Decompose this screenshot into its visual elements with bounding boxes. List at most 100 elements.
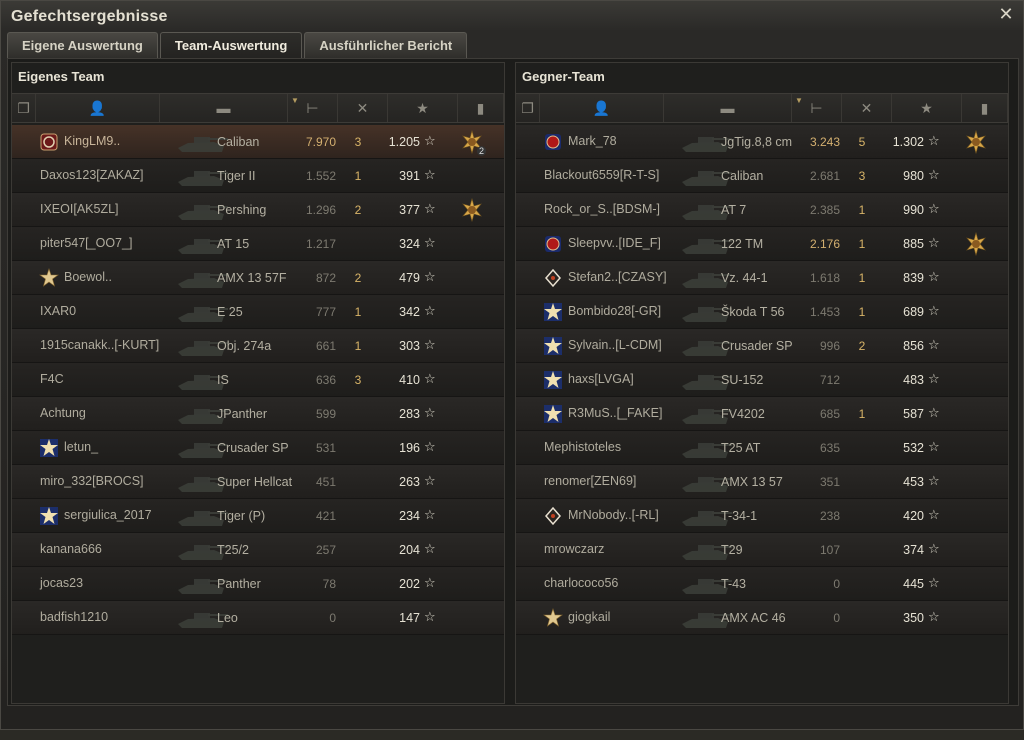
player-name[interactable]: Boewol.. xyxy=(64,270,112,284)
player-row[interactable]: charlococo56 T-43 0 445 ☆ xyxy=(516,567,1008,601)
player-name[interactable]: IXAR0 xyxy=(40,304,76,318)
player-name[interactable]: Rock_or_S..[BDSM-] xyxy=(544,202,660,216)
player-row[interactable]: Blackout6559[R-T-S] Caliban 2.681 3 980 ☆ xyxy=(516,159,1008,193)
tab-detailed-report[interactable]: Ausführlicher Bericht xyxy=(304,32,468,58)
player-row[interactable]: Stefan2..[CZASY] Vz. 44-1 1.618 1 839 ☆ xyxy=(516,261,1008,295)
player-row[interactable]: Daxos123[ZAKAZ] Tiger II 1.552 1 391 ☆ xyxy=(12,159,504,193)
player-row[interactable]: KingLM9.. Caliban 7.970 3 1.205 ☆ 2 xyxy=(12,125,504,159)
own-header-vehicle[interactable]: ▬ xyxy=(160,94,288,122)
player-row[interactable]: giogkail AMX AC 46 0 350 ☆ xyxy=(516,601,1008,635)
player-name[interactable]: KingLM9.. xyxy=(64,134,120,148)
player-name[interactable]: miro_332[BROCS] xyxy=(40,474,144,488)
own-header-squad[interactable]: ❐ xyxy=(12,94,36,122)
ace-medal-icon[interactable] xyxy=(964,231,988,257)
player-name[interactable]: sergiulica_2017 xyxy=(64,508,152,522)
player-row[interactable]: kanana666 T25/2 257 204 ☆ xyxy=(12,533,504,567)
player-row[interactable]: IXAR0 E 25 777 1 342 ☆ xyxy=(12,295,504,329)
damage-value: 1.618 xyxy=(809,271,840,285)
tab-team-evaluation[interactable]: Team-Auswertung xyxy=(159,32,303,58)
player-name[interactable]: R3MuS..[_FAKE] xyxy=(568,406,662,420)
player-row[interactable]: badfish1210 Leo 0 147 ☆ xyxy=(12,601,504,635)
own-team-list: KingLM9.. Caliban 7.970 3 1.205 ☆ 2 Daxos123[ZA… xyxy=(12,125,504,635)
player-name[interactable]: F4C xyxy=(40,372,64,386)
player-row[interactable]: Achtung JPanther 599 283 ☆ xyxy=(12,397,504,431)
experience-value: 283 xyxy=(399,407,420,421)
player-name[interactable]: Stefan2..[CZASY] xyxy=(568,270,667,284)
player-row[interactable]: mrowczarz T29 107 374 ☆ xyxy=(516,533,1008,567)
player-name[interactable]: Mephistoteles xyxy=(544,440,621,454)
star-blue-badge-icon xyxy=(543,336,563,356)
player-row[interactable]: letun_ Crusader SP 531 196 ☆ xyxy=(12,431,504,465)
player-name[interactable]: haxs[LVGA] xyxy=(568,372,634,386)
player-name[interactable]: letun_ xyxy=(64,440,98,454)
player-row[interactable]: Boewol.. AMX 13 57F 872 2 479 ☆ xyxy=(12,261,504,295)
player-name[interactable]: charlococo56 xyxy=(544,576,618,590)
player-name[interactable]: Sleepvv..[IDE_F] xyxy=(568,236,661,250)
enemy-header-player[interactable]: 👤 xyxy=(540,94,664,122)
player-row[interactable]: 1915canakk..[-KURT] Obj. 274a 661 1 303 ☆ xyxy=(12,329,504,363)
player-name[interactable]: Mark_78 xyxy=(568,134,617,148)
experience-star-icon: ☆ xyxy=(928,371,940,386)
vehicle-name: AMX 13 57F xyxy=(217,271,287,285)
player-name[interactable]: kanana666 xyxy=(40,542,102,556)
player-name[interactable]: Bombido28[-GR] xyxy=(568,304,661,318)
own-header-experience-star[interactable]: ★ xyxy=(388,94,458,122)
kills-value: 5 xyxy=(858,135,866,149)
enemy-header-damage[interactable]: ▼ ⊢ xyxy=(792,94,842,122)
enemy-header-squad[interactable]: ❐ xyxy=(516,94,540,122)
experience-value: 196 xyxy=(399,441,420,455)
player-row[interactable]: Bombido28[-GR] Škoda T 56 1.453 1 689 ☆ xyxy=(516,295,1008,329)
player-name[interactable]: giogkail xyxy=(568,610,610,624)
player-name[interactable]: IXEOI[AK5ZL] xyxy=(40,202,119,216)
enemy-header-medal[interactable]: ▮ xyxy=(962,94,1008,122)
experience-value: 980 xyxy=(903,169,924,183)
player-name[interactable]: mrowczarz xyxy=(544,542,604,556)
player-name[interactable]: jocas23 xyxy=(40,576,83,590)
own-header-medal[interactable]: ▮ xyxy=(458,94,504,122)
tab-own-evaluation[interactable]: Eigene Auswertung xyxy=(7,32,158,58)
ace-medal-icon[interactable] xyxy=(964,129,988,155)
player-row[interactable]: Mephistoteles T25 AT 635 532 ☆ xyxy=(516,431,1008,465)
player-row[interactable]: R3MuS..[_FAKE] FV4202 685 1 587 ☆ xyxy=(516,397,1008,431)
ace-medal-icon[interactable]: 2 xyxy=(460,129,486,156)
player-row[interactable]: renomer[ZEN69] AMX 13 57 351 453 ☆ xyxy=(516,465,1008,499)
player-name[interactable]: piter547[_OO7_] xyxy=(40,236,132,250)
player-row[interactable]: piter547[_OO7_] AT 15 1.217 324 ☆ xyxy=(12,227,504,261)
player-row[interactable]: MrNobody..[-RL] T-34-1 238 420 ☆ xyxy=(516,499,1008,533)
own-header-kills[interactable]: ✕ xyxy=(338,94,388,122)
player-row[interactable]: haxs[LVGA] SU-152 712 483 ☆ xyxy=(516,363,1008,397)
player-name[interactable]: Sylvain..[L-CDM] xyxy=(568,338,662,352)
player-name[interactable]: Achtung xyxy=(40,406,86,420)
player-name[interactable]: Daxos123[ZAKAZ] xyxy=(40,168,144,182)
diamond-badge-icon xyxy=(543,506,563,526)
player-row[interactable]: miro_332[BROCS] Super Hellcat 451 263 ☆ xyxy=(12,465,504,499)
player-name[interactable]: MrNobody..[-RL] xyxy=(568,508,659,522)
vehicle-name: JgTig.8,8 cm xyxy=(721,135,793,149)
battle-results-window: Gefechtsergebnisse ✕ Eigene Auswertung T… xyxy=(0,0,1024,730)
player-row[interactable]: F4C IS 636 3 410 ☆ xyxy=(12,363,504,397)
player-name[interactable]: 1915canakk..[-KURT] xyxy=(40,338,159,352)
player-row[interactable]: Rock_or_S..[BDSM-] AT 7 2.385 1 990 ☆ xyxy=(516,193,1008,227)
experience-star-icon: ☆ xyxy=(424,371,436,386)
experience-star-icon: ★ xyxy=(920,99,933,116)
enemy-header-vehicle[interactable]: ▬ xyxy=(664,94,792,122)
player-row[interactable]: Sleepvv..[IDE_F] 122 TM 2.176 1 885 ☆ xyxy=(516,227,1008,261)
player-icon: 👤 xyxy=(592,99,611,116)
player-row[interactable]: Sylvain..[L-CDM] Crusader SP 996 2 856 ☆ xyxy=(516,329,1008,363)
enemy-header-kills[interactable]: ✕ xyxy=(842,94,892,122)
ace-medal-icon[interactable] xyxy=(460,197,484,223)
player-name[interactable]: Blackout6559[R-T-S] xyxy=(544,168,659,182)
player-row[interactable]: sergiulica_2017 Tiger (P) 421 234 ☆ xyxy=(12,499,504,533)
player-name[interactable]: badfish1210 xyxy=(40,610,108,624)
vehicle-name: Tiger (P) xyxy=(217,509,266,523)
player-name[interactable]: renomer[ZEN69] xyxy=(544,474,636,488)
own-header-damage[interactable]: ▼ ⊢ xyxy=(288,94,338,122)
player-row[interactable]: IXEOI[AK5ZL] Pershing 1.296 2 377 ☆ xyxy=(12,193,504,227)
player-row[interactable]: Mark_78 JgTig.8,8 cm 3.243 5 1.302 ☆ xyxy=(516,125,1008,159)
vehicle-name: AMX 13 57 xyxy=(721,475,783,489)
player-row[interactable]: jocas23 Panther 78 202 ☆ xyxy=(12,567,504,601)
own-header-player[interactable]: 👤 xyxy=(36,94,160,122)
close-icon[interactable]: ✕ xyxy=(997,5,1015,23)
kills-value: 1 xyxy=(354,305,362,319)
enemy-header-experience-star[interactable]: ★ xyxy=(892,94,962,122)
